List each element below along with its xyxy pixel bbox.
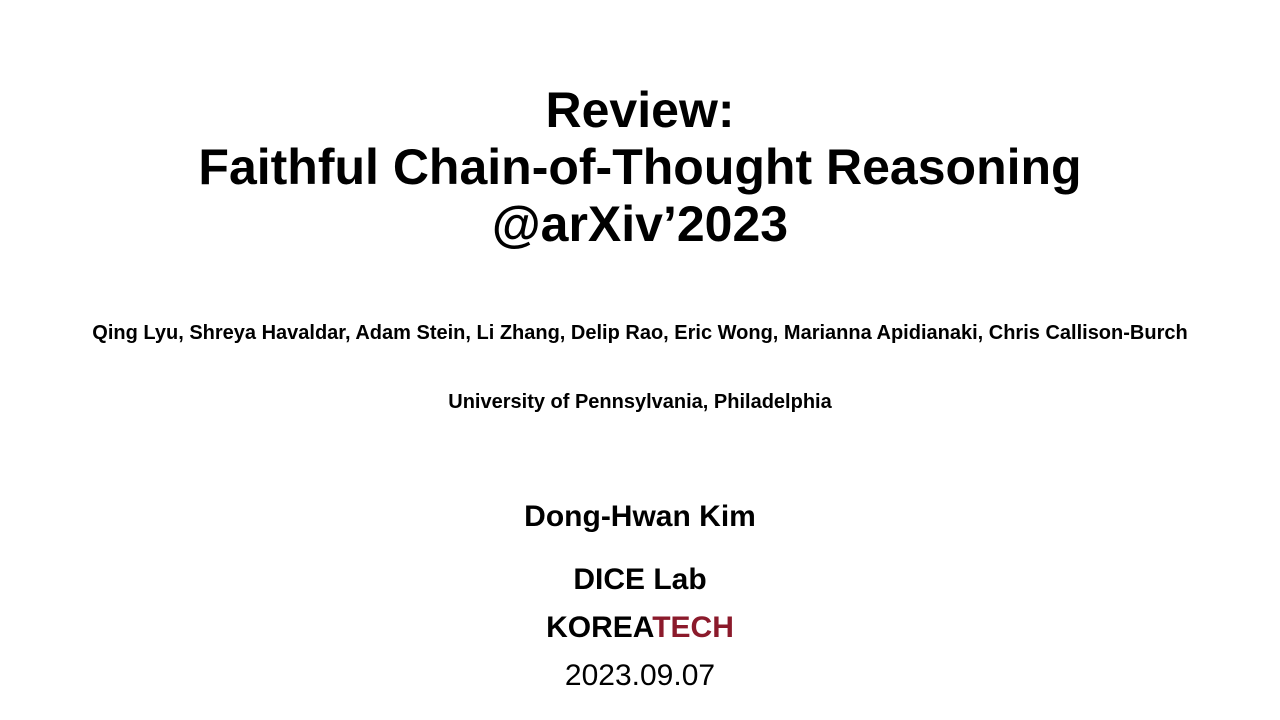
title-line-venue: @arXiv’2023 (491, 196, 789, 252)
presenter-school: KOREATECH (0, 610, 1280, 646)
title-slide: Review: Faithful Chain-of-Thought Reason… (0, 0, 1280, 720)
presentation-date: 2023.09.07 (564, 659, 716, 692)
presenter-lab: DICE Lab (573, 563, 707, 596)
school-name-part2: TECH (652, 611, 734, 644)
title-line-review: Review: (545, 82, 735, 138)
slide-title: Review: Faithful Chain-of-Thought Reason… (0, 82, 1280, 253)
author-list: Qing Lyu, Shreya Havaldar, Adam Stein, L… (92, 322, 1188, 344)
presenter-name: Dong-Hwan Kim (524, 500, 756, 533)
author-affiliation: University of Pennsylvania, Philadelphia (448, 391, 832, 413)
school-name-part1: KOREA (546, 611, 653, 644)
title-line-paper: Faithful Chain-of-Thought Reasoning (198, 139, 1082, 195)
